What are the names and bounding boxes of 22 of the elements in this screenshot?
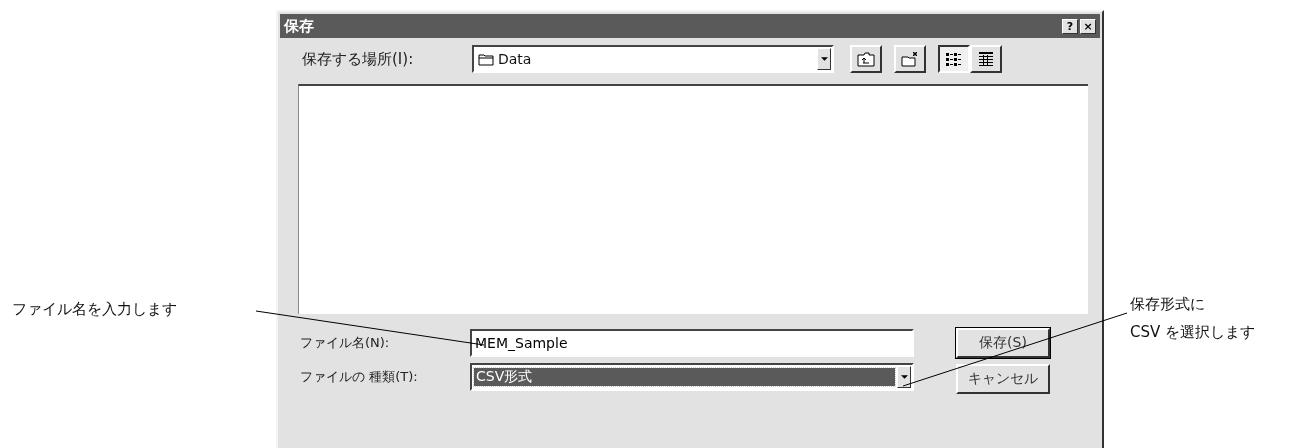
file-name-field[interactable]: MEM_Sample [470,329,914,357]
window-title: 保存 [284,16,314,36]
up-folder-icon [857,51,875,67]
file-type-dropdown[interactable]: CSV形式 [470,363,914,391]
help-button[interactable]: ? [1062,18,1078,34]
new-folder-button[interactable] [894,45,926,73]
close-button[interactable]: × [1080,18,1096,34]
location-dropdown[interactable]: Data [472,45,834,73]
location-label: 保存する場所(I): [302,49,415,69]
new-folder-icon [901,51,919,67]
file-name-label: ファイル名(N): [300,334,391,352]
folder-icon [478,52,494,66]
save-button[interactable]: 保存(S) [956,328,1050,358]
cancel-button[interactable]: キャンセル [956,364,1050,394]
up-folder-button[interactable] [850,45,882,73]
details-view-icon [977,51,995,67]
list-view-button[interactable] [938,45,970,73]
list-view-icon [945,51,963,67]
details-view-button[interactable] [970,45,1002,73]
file-type-label: ファイルの 種類(T): [300,368,419,386]
callout-text: ファイル名を入力します [12,300,177,319]
callout-text: 保存形式に CSV を選択します [1130,294,1256,343]
